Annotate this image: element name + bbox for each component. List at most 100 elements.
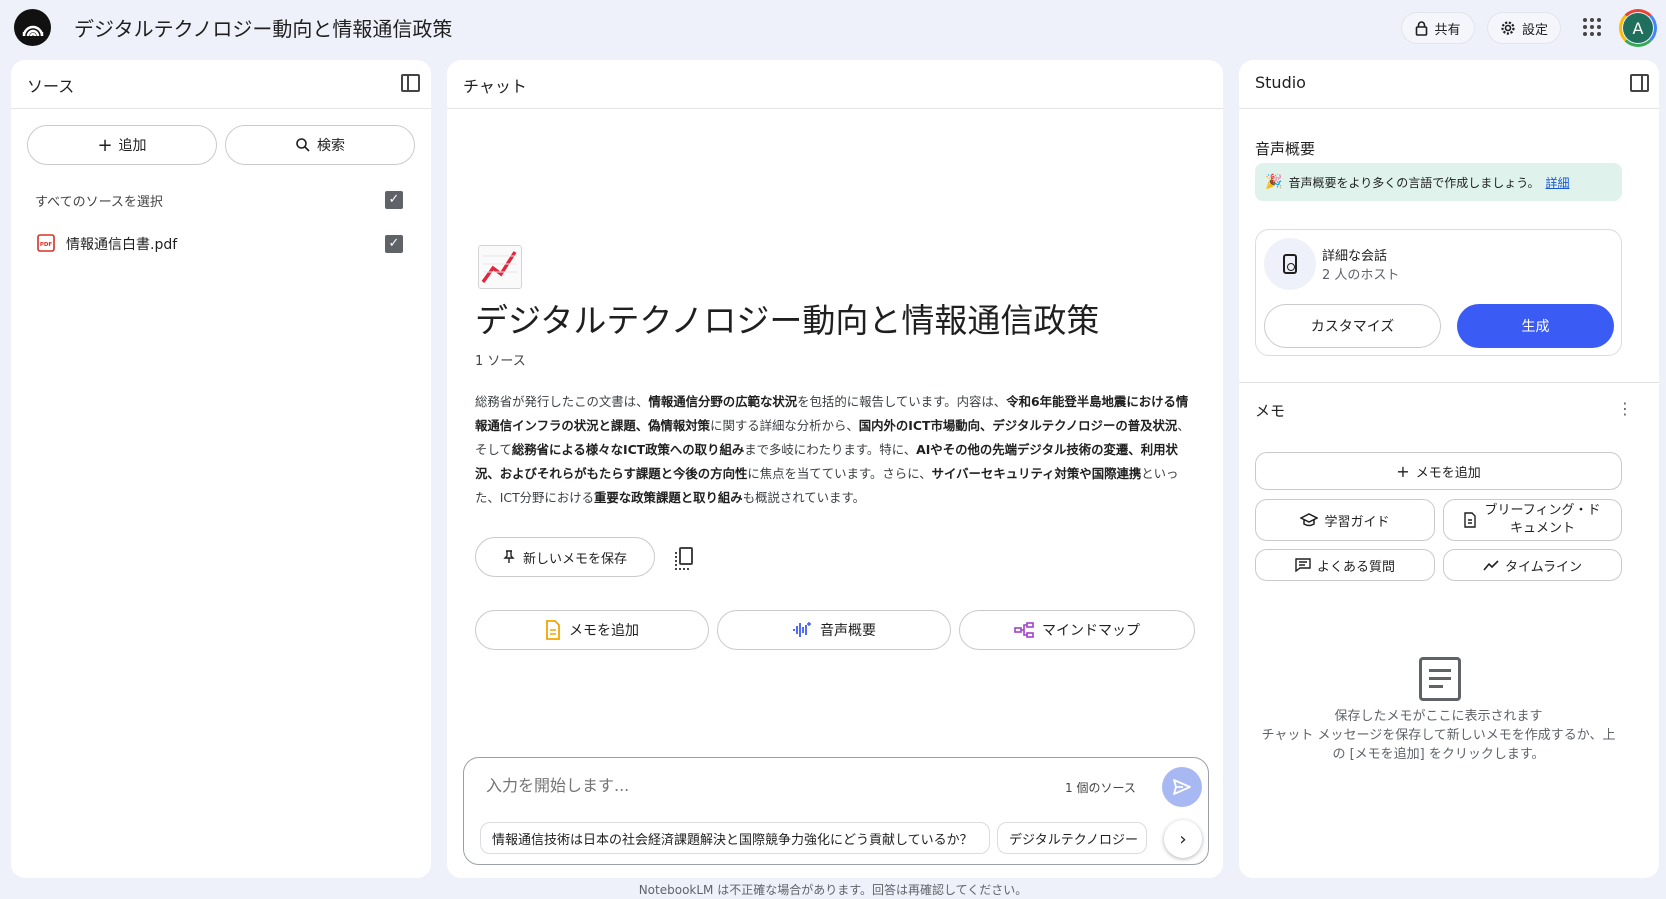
card-title: 詳細な会話 <box>1322 249 1388 264</box>
summary-segment: に関する詳細な分析から、 <box>710 418 859 433</box>
empty-notes-icon <box>1419 657 1461 701</box>
summary-segment: に焦点を当てています。さらに、 <box>747 466 932 481</box>
add-memo-action-label: メモを追加 <box>569 623 639 639</box>
study-guide-label: 学習ガイド <box>1324 514 1390 530</box>
notebook-heading: デジタルテクノロジー動向と情報通信政策 <box>475 301 1100 340</box>
settings-button[interactable]: 設定 <box>1487 12 1561 44</box>
chat-bubble-icon <box>1295 558 1311 572</box>
audio-overview-action-button[interactable]: 音声概要 <box>717 610 951 650</box>
speaker-icon <box>1264 238 1316 290</box>
share-button[interactable]: 共有 <box>1401 12 1475 44</box>
send-button[interactable] <box>1162 767 1202 807</box>
empty-notes-description: チャット メッセージを保存して新しいメモを作成するか、上の [メモを追加] をク… <box>1261 728 1616 762</box>
notebook-title[interactable]: デジタルテクノロジー動向と情報通信政策 <box>74 13 452 42</box>
sources-panel: ソース + 追加 検索 すべてのソースを選択 ✓ PDF 情報通信白書.pdf … <box>11 60 431 878</box>
disclaimer-text: NotebookLM は不正確な場合があります。回答は再確認してください。 <box>638 883 1028 897</box>
add-memo-button[interactable]: + メモを追加 <box>1255 452 1622 490</box>
party-icon: 🎉 <box>1265 174 1283 190</box>
faq-label: よくある質問 <box>1316 559 1395 575</box>
audio-wave-icon <box>793 622 811 637</box>
chat-input-container: 1 個のソース 情報通信技術は日本の社会経済課題解決と国際競争力強化にどう貢献し… <box>463 757 1209 865</box>
briefing-doc-button[interactable]: ブリーフィング・ドキュメント <box>1443 499 1622 541</box>
chart-emoji-icon <box>478 245 522 289</box>
svg-text:PDF: PDF <box>40 242 53 248</box>
input-source-count: 1 個のソース <box>1065 781 1136 795</box>
suggestion-chip[interactable]: 情報通信技術は日本の社会経済課題解決と国際競争力強化にどう貢献しているか？ <box>480 822 990 854</box>
more-options-icon[interactable]: ⋮ <box>1617 401 1633 417</box>
notebooklm-logo-icon[interactable] <box>14 9 51 46</box>
summary-highlight: 重要な政策課題と取り組み <box>594 490 743 505</box>
summary-segment: も概説されています。 <box>742 490 865 505</box>
study-guide-button[interactable]: 学習ガイド <box>1255 499 1435 541</box>
chat-title: チャット <box>463 77 527 96</box>
sources-title: ソース <box>27 77 75 96</box>
settings-label: 設定 <box>1521 22 1548 38</box>
mind-map-action-button[interactable]: マインドマップ <box>959 610 1195 650</box>
audio-section-title: 音声概要 <box>1255 140 1316 158</box>
save-memo-label: 新しいメモを保存 <box>522 551 627 567</box>
suggestion-chip[interactable]: デジタルテクノロジー <box>997 822 1147 854</box>
empty-notes-title: 保存したメモがここに表示されます <box>1334 709 1543 724</box>
chat-panel: チャット デジタルテクノロジー動向と情報通信政策 1 ソース 総務省が発行したこ… <box>447 60 1223 878</box>
briefing-doc-label: ブリーフィング・ドキュメント <box>1484 503 1601 536</box>
save-memo-button[interactable]: 新しいメモを保存 <box>475 537 655 577</box>
top-bar: デジタルテクノロジー動向と情報通信政策 共有 設定 A <box>0 0 1666 58</box>
add-source-label: 追加 <box>118 138 147 154</box>
banner-details-link[interactable]: 詳細 <box>1545 174 1569 191</box>
memo-section-title: メモ <box>1255 402 1286 420</box>
add-memo-label: メモを追加 <box>1415 465 1481 481</box>
note-icon <box>546 620 560 640</box>
summary-segment: 総務省が発行したこの文書は、 <box>475 394 649 409</box>
faq-button[interactable]: よくある質問 <box>1255 549 1435 581</box>
studio-header: Studio <box>1239 60 1659 109</box>
trend-line-icon <box>1483 560 1499 571</box>
avatar[interactable]: A <box>1619 9 1657 47</box>
apps-grid-icon[interactable] <box>1583 18 1601 36</box>
timeline-button[interactable]: タイムライン <box>1443 549 1622 581</box>
copy-icon[interactable] <box>675 547 693 570</box>
select-all-checkbox[interactable]: ✓ <box>385 191 403 209</box>
empty-notes-text: 保存したメモがここに表示されます チャット メッセージを保存して新しいメモを作成… <box>1255 707 1622 764</box>
summary-segment: を包括的に報告しています。内容は、 <box>797 394 1007 409</box>
select-all-label: すべてのソースを選択 <box>35 195 163 210</box>
summary-highlight: 総務省による様々なICT政策への取り組み <box>511 442 745 457</box>
summary-highlight: 国内外のICT市場動向、デジタルテクノロジーの普及状況 <box>858 418 1178 433</box>
audio-overview-action-label: 音声概要 <box>820 623 876 639</box>
summary-highlight: サイバーセキュリティ対策や国際連携 <box>931 466 1142 481</box>
timeline-label: タイムライン <box>1504 559 1583 575</box>
studio-title: Studio <box>1255 73 1306 92</box>
customize-button[interactable]: カスタマイズ <box>1264 304 1441 348</box>
next-suggestions-icon[interactable]: › <box>1164 820 1202 858</box>
card-subtitle: 2 人のホスト <box>1322 268 1400 283</box>
sources-header: ソース <box>11 60 431 109</box>
mind-map-action-label: マインドマップ <box>1042 623 1140 639</box>
search-spark-icon <box>296 138 310 152</box>
summary-highlight: 情報通信分野の広範な状況 <box>648 394 798 409</box>
pdf-icon: PDF <box>37 234 55 252</box>
summary-segment: まで多岐にわたります。特に、 <box>744 442 917 457</box>
generate-button[interactable]: 生成 <box>1457 304 1614 348</box>
studio-panel: Studio 音声概要 i 🎉 音声概要をより多くの言語で作成しましょう。詳細 … <box>1239 60 1659 878</box>
collapse-panel-icon[interactable] <box>1630 74 1649 92</box>
graduation-cap-icon <box>1300 513 1319 527</box>
search-sources-button[interactable]: 検索 <box>225 125 415 165</box>
banner-text: 音声概要をより多くの言語で作成しましょう。 <box>1288 175 1540 190</box>
source-count: 1 ソース <box>475 354 526 369</box>
chat-header: チャット <box>447 60 1223 109</box>
chat-input[interactable] <box>486 776 986 795</box>
plus-icon: + <box>97 134 113 156</box>
source-checkbox[interactable]: ✓ <box>385 235 403 253</box>
search-sources-label: 検索 <box>317 138 345 154</box>
summary-text: 総務省が発行したこの文書は、情報通信分野の広範な状況を包括的に報告しています。内… <box>475 390 1195 510</box>
source-name: 情報通信白書.pdf <box>66 237 178 253</box>
add-source-button[interactable]: + 追加 <box>27 125 217 165</box>
collapse-panel-icon[interactable] <box>401 74 420 92</box>
source-item[interactable]: PDF 情報通信白書.pdf ✓ <box>35 226 415 262</box>
audio-overview-card: 詳細な会話 2 人のホスト カスタマイズ 生成 <box>1255 229 1622 356</box>
send-icon <box>1173 779 1191 795</box>
lock-icon <box>1416 20 1428 36</box>
gear-icon <box>1501 21 1515 35</box>
avatar-initial: A <box>1623 13 1653 43</box>
add-memo-action-button[interactable]: メモを追加 <box>475 610 709 650</box>
mind-map-icon <box>1014 622 1034 638</box>
